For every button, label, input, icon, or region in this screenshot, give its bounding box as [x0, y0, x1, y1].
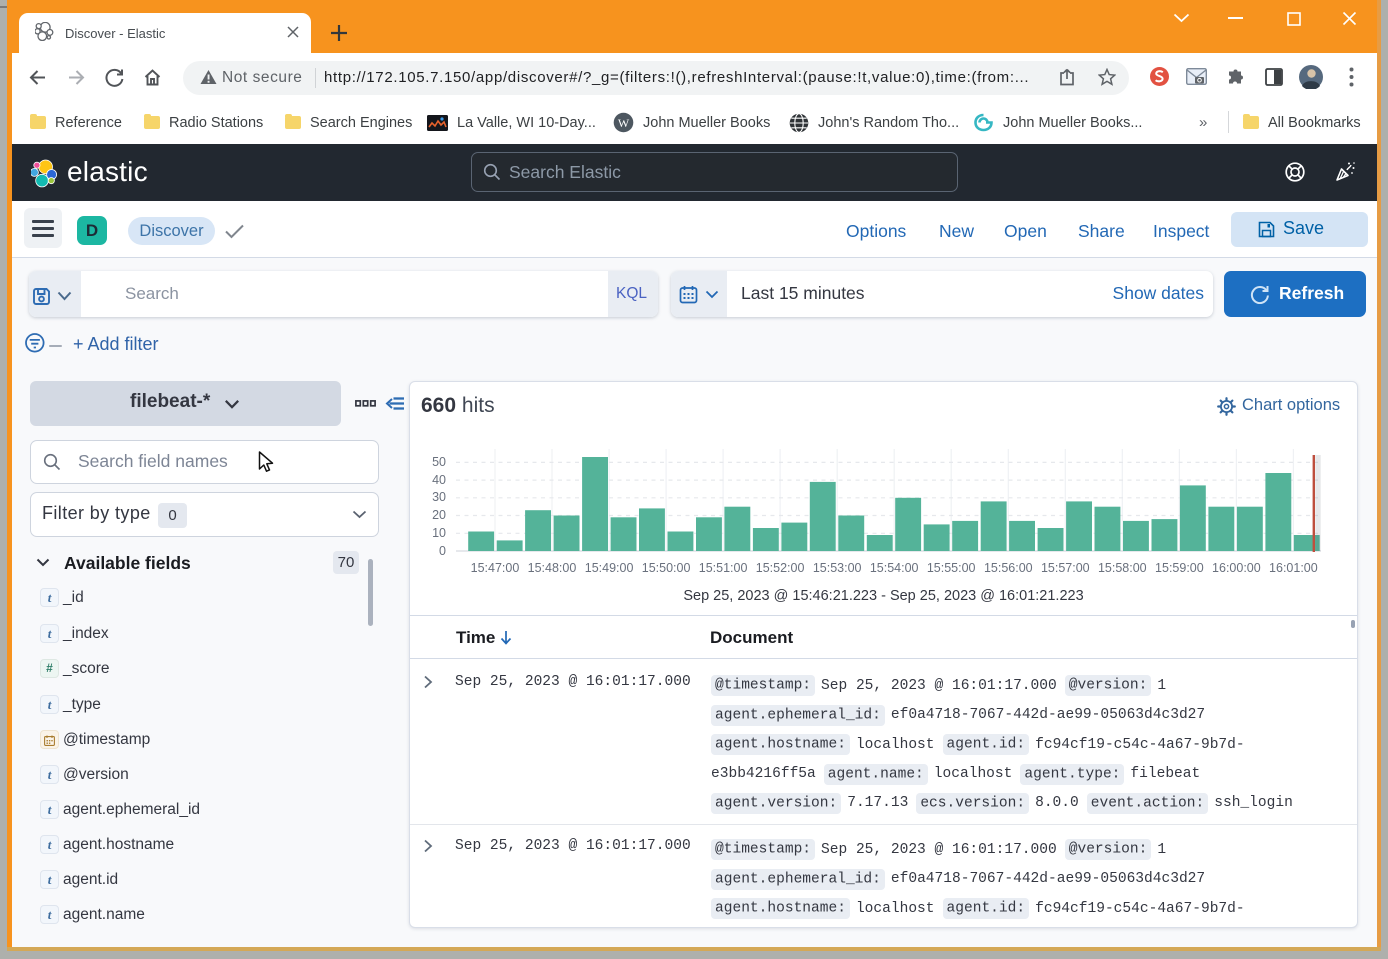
svg-text:W: W: [618, 116, 630, 130]
